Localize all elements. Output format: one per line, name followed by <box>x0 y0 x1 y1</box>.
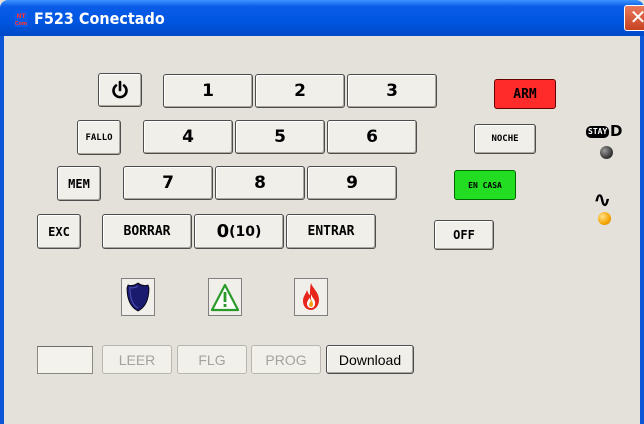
fire-panic-button[interactable] <box>294 278 328 316</box>
nt-com-logo-icon: NT Com <box>14 11 28 27</box>
title-bar[interactable]: NT Com F523 Conectado ✕ <box>0 0 644 36</box>
key-9-button[interactable]: 9 <box>307 166 397 200</box>
status-field[interactable] <box>37 346 93 374</box>
key-4-button[interactable]: 4 <box>143 120 233 154</box>
window-title: F523 Conectado <box>34 9 165 28</box>
leer-button[interactable]: LEER <box>102 345 172 374</box>
power-icon <box>112 80 128 99</box>
off-button[interactable]: OFF <box>434 220 494 250</box>
window-frame-right <box>640 36 644 424</box>
en-casa-button[interactable]: EN CASA <box>454 170 516 200</box>
key-8-button[interactable]: 8 <box>215 166 305 200</box>
auxiliary-alert-button[interactable] <box>208 278 242 316</box>
app-window: NT Com F523 Conectado ✕ 1 2 3 ARM FALLO … <box>0 0 644 424</box>
borrar-button[interactable]: BORRAR <box>102 214 192 249</box>
window-frame-left <box>0 36 4 424</box>
fallo-button[interactable]: FALLO <box>77 120 121 155</box>
noche-button[interactable]: NOCHE <box>474 124 536 154</box>
key-7-button[interactable]: 7 <box>123 166 213 200</box>
download-button[interactable]: Download <box>326 345 414 374</box>
close-icon: ✕ <box>629 5 644 29</box>
key-6-button[interactable]: 6 <box>327 120 417 154</box>
svg-text:Com: Com <box>15 21 27 27</box>
power-button[interactable] <box>98 73 142 107</box>
warning-triangle-icon <box>210 283 240 312</box>
exc-button[interactable]: EXC <box>37 214 81 249</box>
close-button[interactable]: ✕ <box>624 5 644 31</box>
key-1-button[interactable]: 1 <box>163 74 253 108</box>
police-panic-button[interactable] <box>121 278 155 316</box>
ac-power-icon: ∿ <box>593 188 612 213</box>
entrar-button[interactable]: ENTRAR <box>286 214 376 249</box>
ac-led <box>598 212 611 225</box>
mem-button[interactable]: MEM <box>57 166 101 201</box>
key-0-button[interactable]: 0 (10) <box>194 214 284 249</box>
key-0-label: 0 <box>216 221 230 242</box>
stay-led <box>600 146 613 159</box>
key-2-button[interactable]: 2 <box>255 74 345 108</box>
police-shield-icon <box>126 282 150 312</box>
key-5-button[interactable]: 5 <box>235 120 325 154</box>
stay-letter: D <box>610 122 623 140</box>
fire-icon <box>303 283 319 310</box>
key-0-suffix: (10) <box>229 223 262 240</box>
svg-text:NT: NT <box>16 13 26 20</box>
key-3-button[interactable]: 3 <box>347 74 437 108</box>
flg-button[interactable]: FLG <box>177 345 247 374</box>
arm-button[interactable]: ARM <box>494 79 556 109</box>
stay-badge: STAY <box>586 126 610 138</box>
prog-button[interactable]: PROG <box>251 345 321 374</box>
